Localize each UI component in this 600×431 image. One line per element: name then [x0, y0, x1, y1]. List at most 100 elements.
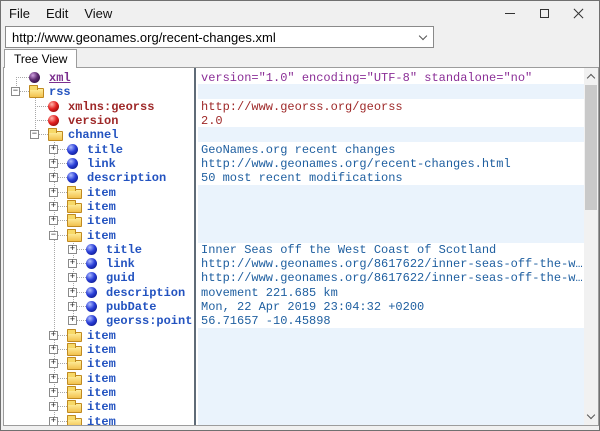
collapse-toggle-icon[interactable]: − — [11, 87, 20, 96]
expand-toggle-icon[interactable]: + — [49, 359, 58, 368]
tree-node[interactable]: + item — [4, 371, 194, 386]
tree-node[interactable]: + description — [4, 285, 194, 300]
tree-node[interactable]: − channel — [4, 127, 194, 142]
tree-node-label[interactable]: pubDate — [106, 300, 156, 314]
tree-node-label[interactable]: item — [87, 200, 116, 214]
tree-node[interactable]: xmlns:georss — [4, 99, 194, 114]
tree-node[interactable]: + description — [4, 170, 194, 185]
expand-toggle-icon[interactable]: + — [68, 273, 77, 282]
tree-node-label[interactable]: item — [87, 329, 116, 343]
expand-toggle-icon[interactable]: + — [68, 302, 77, 311]
value-row[interactable]: http://www.georss.org/georss — [198, 99, 598, 114]
value-row[interactable] — [198, 328, 584, 343]
tree-node[interactable]: +georss:point — [4, 313, 194, 328]
menu-edit[interactable]: Edit — [38, 4, 76, 23]
expand-toggle-icon[interactable]: + — [49, 159, 58, 168]
tree-node-label[interactable]: item — [87, 372, 116, 386]
expand-toggle-icon[interactable]: + — [49, 402, 58, 411]
tree-node-label[interactable]: item — [87, 357, 116, 371]
tree-node-label[interactable]: channel — [68, 128, 118, 142]
tree-node[interactable]: + item — [4, 185, 194, 200]
collapse-toggle-icon[interactable]: − — [49, 231, 58, 240]
tree-node-label[interactable]: link — [106, 257, 135, 271]
tree-node-label[interactable]: description — [87, 171, 166, 185]
tree-node[interactable]: + link — [4, 156, 194, 171]
tree-node-label[interactable]: version — [68, 114, 118, 128]
tree-node-label[interactable]: description — [106, 286, 185, 300]
scrollbar-up-button[interactable] — [584, 68, 598, 85]
value-row[interactable] — [198, 414, 584, 425]
value-row[interactable]: Inner Seas off the West Coast of Scotlan… — [198, 242, 598, 257]
close-button[interactable] — [561, 2, 595, 24]
tree-node[interactable]: − item — [4, 228, 194, 243]
url-combobox[interactable]: http://www.geonames.org/recent-changes.x… — [5, 26, 434, 48]
tree-node[interactable]: + item — [4, 385, 194, 400]
expand-toggle-icon[interactable]: + — [68, 288, 77, 297]
expand-toggle-icon[interactable]: + — [68, 245, 77, 254]
collapse-toggle-icon[interactable]: − — [30, 130, 39, 139]
expand-toggle-icon[interactable]: + — [49, 331, 58, 340]
value-row[interactable] — [198, 228, 584, 243]
tree-node[interactable]: + item — [4, 199, 194, 214]
expand-toggle-icon[interactable]: + — [49, 173, 58, 182]
tree-node[interactable]: +item — [4, 213, 194, 228]
tree-node[interactable]: + link — [4, 256, 194, 271]
tree-node-label[interactable]: title — [87, 143, 123, 157]
value-row[interactable] — [198, 127, 584, 142]
tree-node-label[interactable]: link — [87, 157, 116, 171]
tree-node-label[interactable]: georss:point — [106, 314, 192, 328]
tree-node-label[interactable]: item — [87, 343, 116, 357]
tree-node-label[interactable]: item — [87, 229, 116, 243]
tree-node[interactable]: +item — [4, 414, 194, 425]
value-row[interactable] — [198, 399, 584, 414]
expand-toggle-icon[interactable]: + — [49, 388, 58, 397]
value-row[interactable]: 50 most recent modifications — [198, 170, 598, 185]
tree-node[interactable]: + item — [4, 399, 194, 414]
tree-node-label[interactable]: title — [106, 243, 142, 257]
value-row[interactable]: http://www.geonames.org/8617622/inner-se… — [198, 256, 598, 271]
xml-value-pane[interactable]: version="1.0" encoding="UTF-8" standalon… — [198, 68, 598, 425]
tree-node-label[interactable]: xml — [49, 71, 71, 85]
value-row[interactable]: 56.71657 -10.45898 — [198, 313, 598, 328]
value-row[interactable]: 2.0 — [198, 113, 598, 128]
value-row[interactable]: http://www.geonames.org/recent-changes.h… — [198, 156, 598, 171]
expand-toggle-icon[interactable]: + — [68, 259, 77, 268]
tree-node[interactable]: + item — [4, 342, 194, 357]
tab-tree-view[interactable]: Tree View — [4, 49, 77, 68]
expand-toggle-icon[interactable]: + — [49, 188, 58, 197]
value-row[interactable] — [198, 213, 584, 228]
expand-toggle-icon[interactable]: + — [49, 145, 58, 154]
value-row[interactable]: Mon, 22 Apr 2019 23:04:32 +0200 — [198, 299, 598, 314]
tree-node[interactable]: version — [4, 113, 194, 128]
expand-toggle-icon[interactable]: + — [49, 216, 58, 225]
tree-node[interactable]: + title — [4, 242, 194, 257]
value-row[interactable]: GeoNames.org recent changes — [198, 142, 598, 157]
tree-node[interactable]: + pubDate — [4, 299, 194, 314]
value-row[interactable] — [198, 371, 584, 386]
vertical-scrollbar[interactable] — [584, 68, 598, 425]
tree-node[interactable]: + item — [4, 356, 194, 371]
value-row[interactable] — [198, 356, 584, 371]
combo-dropdown-button[interactable] — [413, 27, 433, 47]
expand-toggle-icon[interactable]: + — [49, 417, 58, 425]
tree-node[interactable]: +guid — [4, 270, 194, 285]
minimize-button[interactable] — [493, 2, 527, 24]
tree-node[interactable]: + title — [4, 142, 194, 157]
value-row[interactable] — [198, 342, 584, 357]
url-input[interactable]: http://www.geonames.org/recent-changes.x… — [6, 30, 413, 45]
value-row[interactable] — [198, 385, 584, 400]
value-row[interactable]: http://www.geonames.org/8617622/inner-se… — [198, 270, 598, 285]
tree-node-label[interactable]: item — [87, 386, 116, 400]
scrollbar-down-button[interactable] — [584, 408, 598, 425]
xml-tree-pane[interactable]: xml − rssxmlns:georssversion − channel + title… — [4, 68, 196, 425]
tree-node[interactable]: xml — [4, 70, 194, 85]
expand-toggle-icon[interactable]: + — [49, 202, 58, 211]
tree-node-label[interactable]: item — [87, 186, 116, 200]
expand-toggle-icon[interactable]: + — [49, 345, 58, 354]
tree-node-label[interactable]: xmlns:georss — [68, 100, 154, 114]
tree-node-label[interactable]: rss — [49, 85, 71, 99]
expand-toggle-icon[interactable]: + — [49, 374, 58, 383]
maximize-button[interactable] — [527, 2, 561, 24]
tree-node-label[interactable]: item — [87, 400, 116, 414]
scrollbar-thumb[interactable] — [585, 85, 597, 210]
